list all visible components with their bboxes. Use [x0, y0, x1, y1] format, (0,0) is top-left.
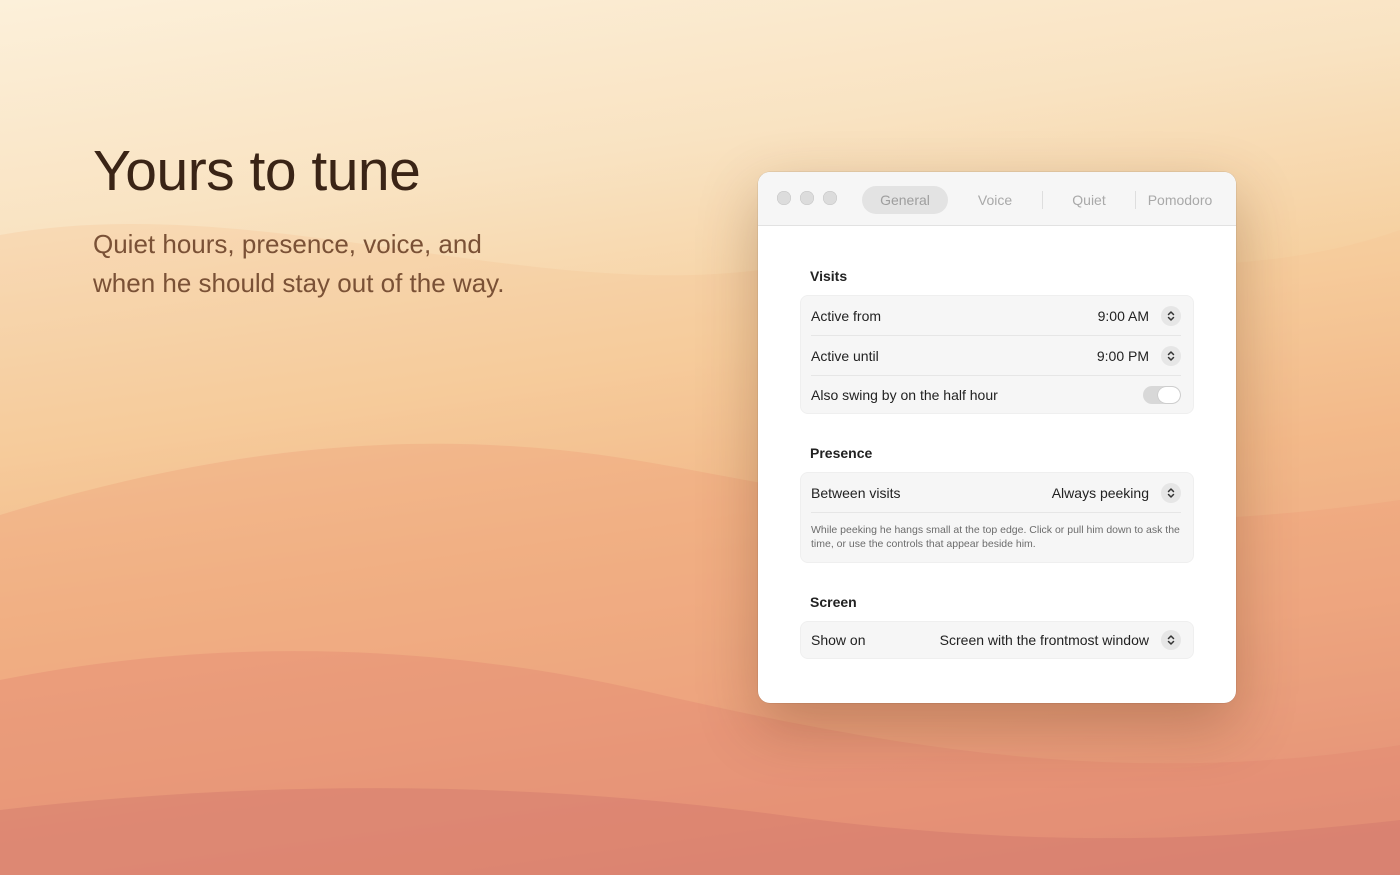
hero: Yours to tune Quiet hours, presence, voi…: [93, 140, 523, 303]
active-until-row: Active until 9:00 PM: [811, 336, 1181, 376]
active-from-row: Active from 9:00 AM: [811, 296, 1181, 336]
tab-general[interactable]: General: [862, 186, 948, 214]
tab-pomodoro[interactable]: Pomodoro: [1136, 186, 1224, 214]
show-on-value: Screen with the frontmost window: [939, 632, 1149, 648]
settings-content: Visits Active from 9:00 AM Active until …: [758, 268, 1236, 659]
settings-window: General Voice Quiet Pomodoro Visits Acti…: [758, 172, 1236, 703]
tab-quiet[interactable]: Quiet: [1043, 186, 1135, 214]
active-from-value: 9:00 AM: [1097, 307, 1149, 324]
chevron-up-down-icon[interactable]: [1161, 482, 1181, 503]
half-hour-row: Also swing by on the half hour: [811, 376, 1181, 413]
chevron-up-down-icon[interactable]: [1161, 630, 1181, 650]
between-visits-row: Between visits Always peeking: [811, 473, 1181, 513]
visits-group: Active from 9:00 AM Active until 9:00 PM: [800, 295, 1194, 414]
half-hour-label: Also swing by on the half hour: [811, 386, 998, 403]
active-from-label: Active from: [811, 307, 882, 324]
active-until-picker[interactable]: 9:00 PM: [1096, 345, 1181, 366]
presence-group: Between visits Always peeking While peek…: [800, 472, 1194, 563]
presence-note: While peeking he hangs small at the top …: [811, 524, 1180, 550]
show-on-popup[interactable]: Screen with the frontmost window: [940, 630, 1181, 650]
chevron-up-down-icon[interactable]: [1161, 305, 1181, 326]
section-title-visits: Visits: [810, 268, 848, 284]
show-on-row: Show on Screen with the frontmost window: [811, 622, 1181, 658]
active-from-picker[interactable]: 9:00 AM: [1097, 305, 1181, 326]
close-window-button[interactable]: [777, 191, 791, 205]
show-on-label: Show on: [811, 632, 866, 648]
tab-bar: General Voice Quiet Pomodoro: [862, 186, 1224, 214]
section-title-presence: Presence: [810, 445, 873, 461]
between-visits-value: Always peeking: [1051, 484, 1149, 501]
tab-voice[interactable]: Voice: [948, 186, 1042, 214]
half-hour-toggle[interactable]: [1143, 385, 1181, 404]
hero-subtitle: Quiet hours, presence, voice, and when h…: [93, 228, 505, 298]
between-visits-label: Between visits: [811, 484, 901, 501]
active-until-value: 9:00 PM: [1096, 347, 1149, 364]
zoom-window-button[interactable]: [823, 191, 837, 205]
toggle-knob: [1158, 386, 1180, 403]
chevron-up-down-icon[interactable]: [1161, 345, 1181, 366]
window-controls: [777, 191, 837, 205]
minimize-window-button[interactable]: [800, 191, 814, 205]
between-visits-popup[interactable]: Always peeking: [1051, 482, 1181, 503]
window-titlebar[interactable]: General Voice Quiet Pomodoro: [758, 172, 1236, 226]
active-until-label: Active until: [811, 347, 879, 364]
section-title-screen: Screen: [810, 594, 857, 610]
hero-title: Yours to tune: [93, 139, 421, 203]
screen-group: Show on Screen with the frontmost window: [800, 621, 1194, 659]
